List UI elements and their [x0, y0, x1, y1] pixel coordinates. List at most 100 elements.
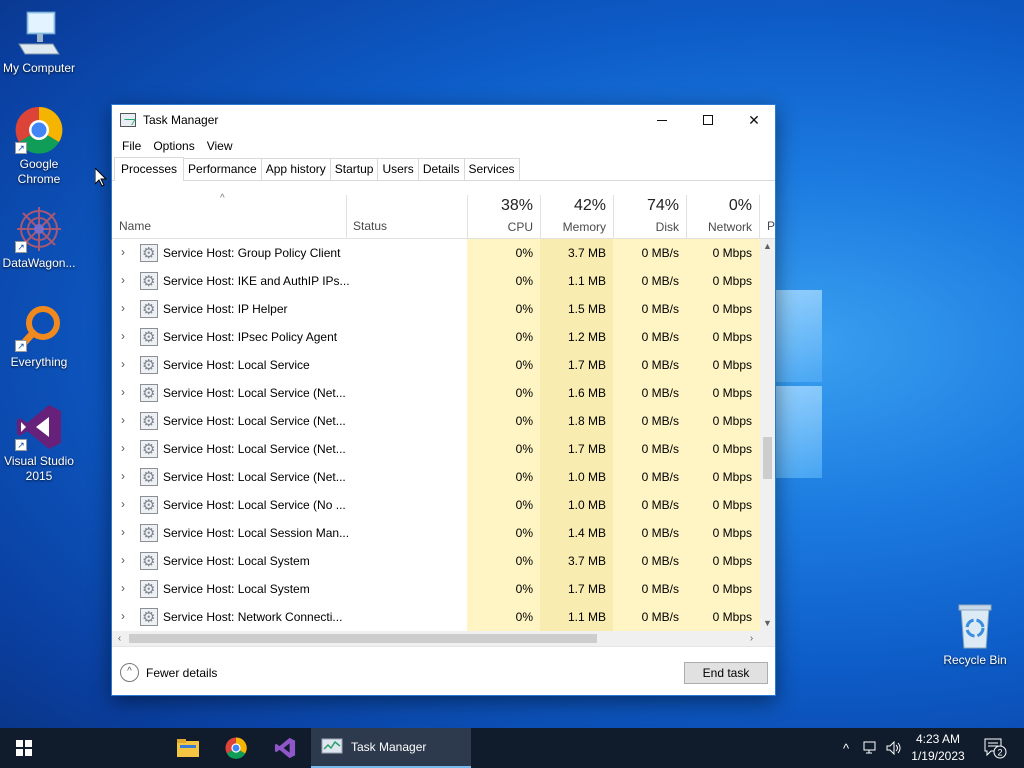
expand-chevron-icon[interactable]: ›: [121, 385, 125, 399]
desktop-icon-recycle-bin[interactable]: Recycle Bin: [936, 602, 1014, 668]
chrome-icon: ↗: [15, 106, 63, 154]
scroll-down-icon[interactable]: ▼: [760, 616, 775, 631]
expand-chevron-icon[interactable]: ›: [121, 469, 125, 483]
expand-chevron-icon[interactable]: ›: [121, 525, 125, 539]
expand-chevron-icon[interactable]: ›: [121, 441, 125, 455]
minimize-button[interactable]: [639, 105, 685, 135]
expand-chevron-icon[interactable]: ›: [121, 581, 125, 595]
menu-file[interactable]: File: [116, 139, 147, 153]
desktop-icon-google-chrome[interactable]: ↗ Google Chrome: [0, 106, 78, 187]
process-cpu: 0%: [515, 498, 533, 512]
expand-chevron-icon[interactable]: ›: [121, 609, 125, 623]
shortcut-arrow-icon: ↗: [15, 142, 27, 154]
table-row[interactable]: › Service Host: Local System 0% 3.7 MB 0 MB/…: [112, 547, 760, 575]
fewer-details-link[interactable]: Fewer details: [146, 666, 217, 680]
column-memory[interactable]: 42% Memory: [540, 195, 613, 234]
table-row[interactable]: › Service Host: IP Helper 0% 1.5 MB 0 MB/s 0 …: [112, 295, 760, 323]
table-row[interactable]: › Service Host: Network Connecti... 0% 1.1 …: [112, 603, 760, 631]
column-cpu[interactable]: 38% CPU: [467, 195, 540, 234]
datawagon-icon: ↗: [15, 205, 63, 253]
table-row[interactable]: › Service Host: Group Policy Client 0% 3.7 …: [112, 239, 760, 267]
expand-chevron-icon[interactable]: ›: [121, 245, 125, 259]
vertical-scroll-thumb[interactable]: [763, 437, 772, 479]
desktop-icon-label: Visual Studio 2015: [4, 454, 74, 483]
menu-view[interactable]: View: [201, 139, 239, 153]
table-row[interactable]: › Service Host: Local Service (Net... 0% 1.…: [112, 463, 760, 491]
show-hidden-icons[interactable]: ^: [836, 728, 856, 768]
table-row[interactable]: › Service Host: Local System 0% 1.7 MB 0 MB/…: [112, 575, 760, 603]
window-title: Task Manager: [143, 113, 219, 127]
table-row[interactable]: › Service Host: IPsec Policy Agent 0% 1.2 M…: [112, 323, 760, 351]
column-power-partial[interactable]: P: [767, 219, 775, 233]
desktop-icon-datawagon[interactable]: ↗ DataWagon...: [0, 205, 78, 271]
end-task-button[interactable]: End task: [684, 662, 768, 684]
tab-details[interactable]: Details: [417, 158, 465, 180]
column-disk[interactable]: 74% Disk: [613, 195, 686, 234]
expand-chevron-icon[interactable]: ›: [121, 357, 125, 371]
scroll-left-icon[interactable]: ‹: [112, 631, 127, 646]
process-disk: 0 MB/s: [641, 582, 679, 596]
tab-services[interactable]: Services: [463, 158, 520, 180]
taskbar-task-manager[interactable]: Task Manager: [311, 728, 471, 768]
action-center-button[interactable]: 2: [980, 728, 1010, 768]
process-name: Service Host: Local Service (Net...: [163, 442, 346, 456]
expand-chevron-icon[interactable]: ›: [121, 329, 125, 343]
expand-chevron-icon[interactable]: ›: [121, 301, 125, 315]
column-divider[interactable]: [346, 195, 347, 239]
column-divider[interactable]: [759, 195, 760, 239]
table-row[interactable]: › Service Host: Local Service (Net... 0% 1.…: [112, 435, 760, 463]
horizontal-scroll-thumb[interactable]: [129, 634, 597, 643]
horizontal-scrollbar[interactable]: ‹ ›: [112, 631, 760, 646]
tab-performance[interactable]: Performance: [183, 158, 262, 180]
scroll-right-icon[interactable]: ›: [744, 631, 759, 646]
recycle-bin-icon: [951, 602, 999, 650]
expand-chevron-icon[interactable]: ›: [121, 273, 125, 287]
process-cpu: 0%: [515, 582, 533, 596]
mouse-cursor-icon: [95, 168, 107, 187]
table-row[interactable]: › Service Host: Local Service (Net... 0% 1.…: [112, 379, 760, 407]
tab-users[interactable]: Users: [377, 158, 419, 180]
menu-options[interactable]: Options: [147, 139, 200, 153]
close-button[interactable]: ✕: [731, 105, 777, 135]
tab-app-history[interactable]: App history: [260, 158, 331, 180]
tab-startup[interactable]: Startup: [329, 158, 379, 180]
desktop-icon-visual-studio[interactable]: ↗ Visual Studio 2015: [0, 403, 78, 484]
taskbar-file-explorer[interactable]: [168, 728, 208, 768]
network-icon: [863, 741, 876, 754]
column-network[interactable]: 0% Network: [686, 195, 759, 234]
title-bar[interactable]: Task Manager ✕: [112, 105, 775, 135]
service-host-gear-icon: [140, 300, 158, 318]
column-name[interactable]: Name: [119, 219, 151, 233]
maximize-button[interactable]: [685, 105, 731, 135]
expand-chevron-icon[interactable]: ›: [121, 497, 125, 511]
column-status[interactable]: Status: [353, 219, 387, 233]
table-row[interactable]: › Service Host: Local Service (Net... 0% 1.…: [112, 407, 760, 435]
process-memory: 1.6 MB: [567, 386, 606, 400]
taskbar-visual-studio[interactable]: [264, 728, 306, 768]
chrome-icon: [225, 737, 247, 759]
process-name: Service Host: Local Service (Net...: [163, 386, 346, 400]
clock[interactable]: 4:23 AM 1/19/2023: [900, 731, 976, 765]
table-row[interactable]: › Service Host: IKE and AuthIP IPs... 0% 1.…: [112, 267, 760, 295]
process-cpu: 0%: [515, 358, 533, 372]
network-status[interactable]: [860, 728, 882, 768]
process-memory: 1.7 MB: [567, 582, 606, 596]
chevron-up-circle-icon[interactable]: ^: [120, 663, 139, 682]
process-disk: 0 MB/s: [641, 246, 679, 260]
expand-chevron-icon[interactable]: ›: [121, 413, 125, 427]
start-button[interactable]: [0, 728, 48, 768]
taskbar-chrome[interactable]: [216, 728, 256, 768]
scroll-up-icon[interactable]: ▲: [760, 239, 775, 254]
desktop-icon-my-computer[interactable]: My Computer: [0, 10, 78, 76]
table-row[interactable]: › Service Host: Local Service 0% 1.7 MB 0 MB…: [112, 351, 760, 379]
process-memory: 3.7 MB: [567, 246, 606, 260]
table-row[interactable]: › Service Host: Local Service (No ... 0% 1.…: [112, 491, 760, 519]
expand-chevron-icon[interactable]: ›: [121, 553, 125, 567]
service-host-gear-icon: [140, 328, 158, 346]
vertical-scrollbar[interactable]: ▲ ▼: [760, 239, 775, 631]
file-explorer-icon: [177, 739, 199, 757]
desktop-icon-everything[interactable]: ↗ Everything: [0, 304, 78, 370]
tab-processes[interactable]: Processes: [114, 157, 185, 181]
process-name: Service Host: IPsec Policy Agent: [163, 330, 338, 344]
table-row[interactable]: › Service Host: Local Session Man... 0% 1.4…: [112, 519, 760, 547]
